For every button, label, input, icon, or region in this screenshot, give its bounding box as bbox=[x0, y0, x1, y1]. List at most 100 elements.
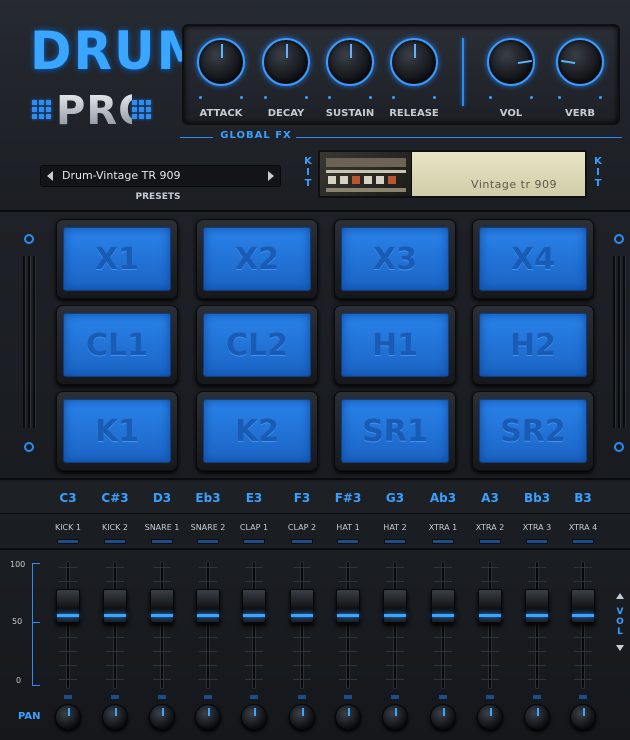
pan-knob-snare-2[interactable] bbox=[195, 704, 221, 730]
fx-knob-decay[interactable] bbox=[262, 38, 310, 86]
drum-pad-x3[interactable]: X3 bbox=[341, 227, 449, 291]
drum-pad-h1[interactable]: H1 bbox=[341, 313, 449, 377]
fader-tick bbox=[528, 637, 546, 638]
fader-xtra-3[interactable] bbox=[525, 589, 549, 624]
drum-pad-sr2[interactable]: SR2 bbox=[479, 399, 587, 463]
fader-kick-2[interactable] bbox=[103, 589, 127, 624]
fader-tick bbox=[106, 651, 124, 652]
fader-xtra-4[interactable] bbox=[571, 589, 595, 624]
fader-tick bbox=[386, 637, 404, 638]
fx-label-decay: DECAY bbox=[267, 108, 305, 119]
channel-name: XTRA 1 bbox=[428, 523, 458, 532]
fader-tick bbox=[199, 567, 217, 568]
fader-tick bbox=[434, 651, 452, 652]
drum-pad-sr1[interactable]: SR1 bbox=[341, 399, 449, 463]
screw-ring-icon bbox=[24, 442, 34, 452]
fader-xtra-1[interactable] bbox=[431, 589, 455, 624]
pan-knob-snare-1[interactable] bbox=[149, 704, 175, 730]
fader-clap-1[interactable] bbox=[242, 589, 266, 624]
kit-name: Vintage tr 909 bbox=[471, 178, 557, 191]
volume-down-arrow-icon[interactable] bbox=[616, 645, 624, 651]
channel-led bbox=[243, 539, 265, 544]
fader-xtra-2[interactable] bbox=[478, 589, 502, 624]
fader-cap-led bbox=[104, 614, 126, 618]
fader-tick bbox=[245, 665, 263, 666]
kit-display[interactable]: Vintage tr 909 bbox=[318, 150, 587, 198]
pad-label: CL1 bbox=[85, 328, 148, 363]
fader-tick bbox=[199, 679, 217, 680]
note-label: B3 bbox=[574, 491, 592, 505]
pan-knob-clap-1[interactable] bbox=[241, 704, 267, 730]
knob-indicator bbox=[517, 59, 532, 65]
pad-label: SR1 bbox=[362, 414, 428, 449]
pad-label: K2 bbox=[234, 414, 280, 449]
pan-knob-xtra-4[interactable] bbox=[570, 704, 596, 730]
note-label: E3 bbox=[245, 491, 263, 505]
fader-cap-led bbox=[526, 614, 548, 618]
fader-hat-2[interactable] bbox=[383, 589, 407, 624]
drum-pad-k1[interactable]: K1 bbox=[63, 399, 171, 463]
fader-tick bbox=[481, 665, 499, 666]
note-label: D3 bbox=[152, 491, 172, 505]
channel-led bbox=[291, 539, 313, 544]
pan-knob-clap-2[interactable] bbox=[289, 704, 315, 730]
drum-pad-k2[interactable]: K2 bbox=[203, 399, 311, 463]
fader-hat-1[interactable] bbox=[336, 589, 360, 624]
channel-led bbox=[337, 539, 359, 544]
preset-next-icon[interactable] bbox=[268, 171, 274, 181]
fader-tick bbox=[481, 679, 499, 680]
scale-tick bbox=[32, 622, 40, 623]
fader-tick bbox=[528, 651, 546, 652]
pad-frame: H1 bbox=[334, 305, 456, 385]
pan-knob-hat-1[interactable] bbox=[335, 704, 361, 730]
pan-knob-xtra-2[interactable] bbox=[477, 704, 503, 730]
drum-pad-cl1[interactable]: CL1 bbox=[63, 313, 171, 377]
preset-prev-icon[interactable] bbox=[47, 171, 53, 181]
fader-tick bbox=[481, 651, 499, 652]
note-label: G3 bbox=[385, 491, 405, 505]
pan-knob-kick-1[interactable] bbox=[55, 704, 81, 730]
fader-snare-1[interactable] bbox=[150, 589, 174, 624]
fx-knob-sustain[interactable] bbox=[326, 38, 374, 86]
fader-kick-1[interactable] bbox=[56, 589, 80, 624]
drum-pad-x4[interactable]: X4 bbox=[479, 227, 587, 291]
pan-led bbox=[111, 695, 119, 699]
scale-0: 0 bbox=[16, 676, 22, 685]
drum-machine-image bbox=[320, 152, 412, 196]
pan-knob-kick-2[interactable] bbox=[102, 704, 128, 730]
fx-knob-vol[interactable] bbox=[487, 38, 535, 86]
knob-max-dot bbox=[530, 96, 533, 99]
fader-tick bbox=[434, 567, 452, 568]
knob-max-dot bbox=[599, 96, 602, 99]
preset-selector[interactable]: Drum-Vintage TR 909 bbox=[40, 165, 281, 187]
fader-snare-2[interactable] bbox=[196, 589, 220, 624]
fx-label-release: RELEASE bbox=[389, 108, 439, 119]
logo-drum-text: DRUM bbox=[30, 20, 209, 82]
drum-pad-x2[interactable]: X2 bbox=[203, 227, 311, 291]
fader-tick bbox=[528, 623, 546, 624]
volume-up-arrow-icon[interactable] bbox=[616, 593, 624, 599]
note-label: Ab3 bbox=[429, 491, 457, 505]
fader-tick bbox=[386, 581, 404, 582]
pad-frame: X1 bbox=[56, 219, 178, 299]
drum-pad-cl2[interactable]: CL2 bbox=[203, 313, 311, 377]
fader-cap-led bbox=[337, 614, 359, 618]
fx-knob-attack[interactable] bbox=[197, 38, 245, 86]
fader-tick bbox=[153, 637, 171, 638]
channel-led bbox=[104, 539, 126, 544]
fader-clap-2[interactable] bbox=[290, 589, 314, 624]
fader-tick bbox=[574, 665, 592, 666]
fx-knob-verb[interactable] bbox=[556, 38, 604, 86]
knob-min-dot bbox=[558, 96, 561, 99]
drum-pad-h2[interactable]: H2 bbox=[479, 313, 587, 377]
global-fx-rule-right bbox=[296, 137, 622, 138]
pan-knob-xtra-1[interactable] bbox=[430, 704, 456, 730]
drum-pad-x1[interactable]: X1 bbox=[63, 227, 171, 291]
fader-tick bbox=[153, 665, 171, 666]
fader-tick bbox=[386, 679, 404, 680]
fader-tick bbox=[339, 665, 357, 666]
fx-knob-release[interactable] bbox=[390, 38, 438, 86]
pad-label: X1 bbox=[94, 242, 139, 277]
pan-knob-xtra-3[interactable] bbox=[524, 704, 550, 730]
pan-knob-hat-2[interactable] bbox=[382, 704, 408, 730]
